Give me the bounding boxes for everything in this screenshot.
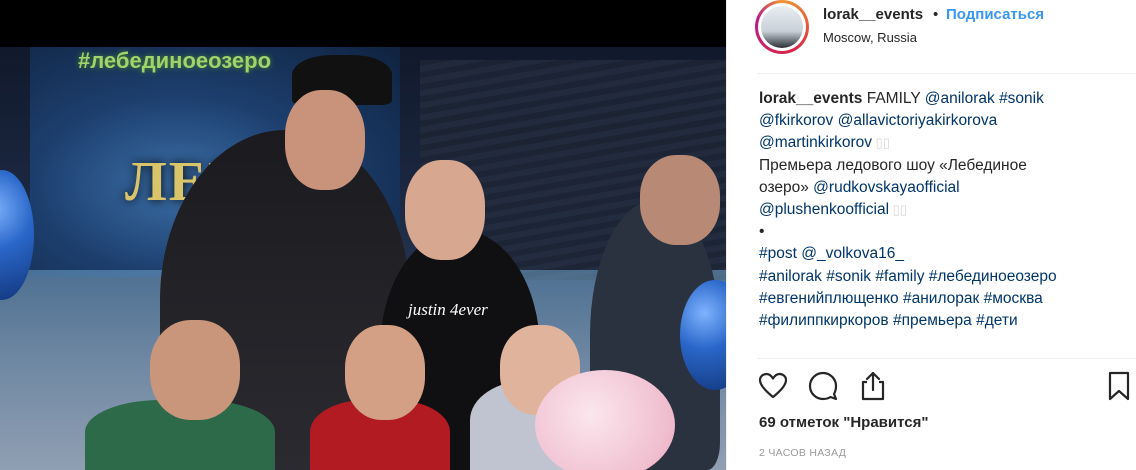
shirt-text: justin 4ever <box>408 300 488 319</box>
header-separator: • <box>933 6 939 23</box>
caption-line: @fkirkorov @allavictoriyakirkorova <box>759 110 1129 132</box>
mention-link[interactable]: @plushenkoofficial <box>759 201 889 218</box>
caption-text: Премьера ледового шоу «Лебединое <box>759 156 1027 174</box>
caption-line: озеро» @rudkovskayaofficial <box>759 177 1129 199</box>
header-divider <box>757 73 1136 74</box>
post-timestamp[interactable]: 2 ЧАСОВ НАЗАД <box>759 447 846 459</box>
caption-text: FAMILY <box>866 90 925 107</box>
caption-line: • <box>759 221 1129 243</box>
comment-icon[interactable] <box>807 370 839 402</box>
avatar[interactable] <box>755 0 809 54</box>
caption-line: #post @_volkova16_ <box>759 243 1129 265</box>
screen-hashtag: #лебединоеозеро <box>78 48 272 73</box>
post-header: lorak__events • Подписаться Moscow, Russ… <box>727 0 1136 74</box>
hashtag-link[interactable]: #премьера <box>893 312 972 329</box>
caption-author[interactable]: lorak__events <box>759 90 867 107</box>
follow-button[interactable]: Подписаться <box>946 6 1044 23</box>
hashtag-link[interactable]: #анилорак <box>903 290 979 307</box>
hashtag-link[interactable]: #москва <box>984 290 1043 307</box>
caption-line: #евгенийплющенко #анилорак #москва <box>759 288 1129 310</box>
caption-line: #филиппкиркоров #премьера #дети <box>759 310 1129 332</box>
username-link[interactable]: lorak__events <box>823 6 923 23</box>
caption-line: Премьера ледового шоу «Лебединое <box>759 155 1129 177</box>
hashtag-link[interactable]: #sonik <box>999 90 1044 107</box>
hashtag-link[interactable]: #sonik <box>826 268 871 285</box>
caption-text: озеро» <box>759 178 814 196</box>
mention-link[interactable]: @fkirkorov <box>759 112 833 129</box>
woman-head <box>405 160 485 260</box>
hashtag-link[interactable]: #евгенийплющенко <box>759 290 899 307</box>
caption-line: @martinkirkorov ▯▯ <box>759 132 1129 154</box>
hashtag-link[interactable]: #филиппкиркоров <box>759 312 889 329</box>
avatar-image <box>761 6 803 48</box>
caption-text: • <box>759 223 765 241</box>
hashtag-link[interactable]: #family <box>875 268 924 285</box>
like-count[interactable]: 69 отметок "Нравится" <box>759 414 928 431</box>
post-caption: lorak__events FAMILY @anilorak #sonik @fk… <box>759 88 1129 332</box>
mention-link[interactable]: @_volkova16_ <box>801 245 904 262</box>
mention-link[interactable]: @rudkovskayaofficial <box>813 179 959 196</box>
actions-divider <box>757 358 1136 359</box>
heart-icon[interactable] <box>757 370 789 402</box>
mention-link[interactable]: @martinkirkorov <box>759 134 872 151</box>
mention-link[interactable]: @allavictoriyakirkorova <box>838 112 998 129</box>
mention-link[interactable]: @anilorak <box>925 90 995 107</box>
emoji-placeholder: ▯▯ <box>872 135 890 151</box>
person-right-head <box>640 155 720 245</box>
photo-top-band <box>0 0 726 47</box>
cotton-candy <box>535 370 675 470</box>
hashtag-link[interactable]: #post <box>759 245 797 262</box>
bookmark-icon[interactable] <box>1103 370 1135 402</box>
caption-line: lorak__events FAMILY @anilorak #sonik <box>759 88 1129 110</box>
kid-left-head <box>150 320 240 420</box>
hashtag-link[interactable]: #дети <box>976 312 1018 329</box>
kid-middle-head <box>345 325 425 420</box>
caption-line: @plushenkoofficial ▯▯ <box>759 199 1129 221</box>
emoji-placeholder: ▯▯ <box>889 202 907 218</box>
location-link[interactable]: Moscow, Russia <box>823 30 917 45</box>
man-head <box>285 90 365 190</box>
hashtag-link[interactable]: #лебединоеозеро <box>929 268 1057 285</box>
avatar-border <box>758 3 806 51</box>
share-icon[interactable] <box>857 370 889 402</box>
post-sidebar: lorak__events • Подписаться Moscow, Russ… <box>726 0 1136 470</box>
caption-line: #anilorak #sonik #family #лебединоеозеро <box>759 266 1129 288</box>
hashtag-link[interactable]: #anilorak <box>759 268 822 285</box>
post-photo[interactable]: #лебединоеозеро ЛЕБ justin 4ever <box>0 0 726 470</box>
action-bar <box>757 370 1136 406</box>
